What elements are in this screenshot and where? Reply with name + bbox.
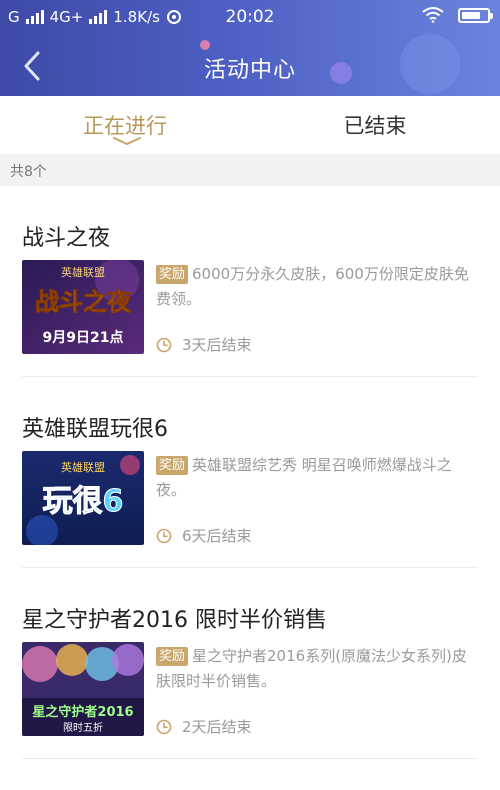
reward-text: 英雄联盟综艺秀 明星召唤师燃爆战斗之夜。: [156, 456, 452, 499]
deadline-text: 6天后结束: [182, 527, 252, 545]
thumb-top-text: 英雄联盟: [61, 265, 105, 279]
count-bar: 共8个: [0, 154, 500, 186]
event-reward: 奖励 星之守护者2016系列(原魔法少女系列)皮肤限时半价销售。: [156, 644, 478, 694]
event-thumbnail[interactable]: 英雄联盟 玩很6: [22, 451, 144, 545]
header: G 4G+ 1.8K/s 20:02 活动中心: [0, 0, 500, 96]
event-reward: 奖励 英雄联盟综艺秀 明星召唤师燃爆战斗之夜。: [156, 453, 478, 503]
thumb-main-text: 玩很6: [43, 484, 124, 519]
tab-ended[interactable]: 已结束: [250, 96, 500, 154]
battery-icon: [458, 7, 493, 23]
clock-icon: [156, 719, 172, 734]
event-list: 战斗之夜 英雄联盟 战斗之夜 9月9日21点 奖励 6000万分永久皮肤，600万…: [0, 186, 500, 759]
nav-bar: 活动中心: [0, 34, 500, 96]
event-title: 星之守护者2016 限时半价销售: [22, 608, 327, 633]
reward-badge: 奖励: [156, 647, 189, 666]
reward-text: 6000万分永久皮肤，600万份限定皮肤免费领。: [156, 265, 469, 308]
thumb-top-text: 英雄联盟: [61, 460, 105, 474]
thumb-sub-text: 限时五折: [63, 721, 103, 734]
event-thumbnail[interactable]: 星之守护者2016 限时五折: [22, 642, 144, 736]
reward-badge: 奖励: [156, 265, 189, 284]
wifi-icon: [422, 7, 444, 23]
event-title: 战斗之夜: [22, 226, 111, 251]
clock-icon: [156, 528, 172, 543]
deadline-text: 3天后结束: [182, 336, 252, 354]
thumb-main-text: 星之守护者2016: [32, 704, 133, 720]
event-reward: 奖励 6000万分永久皮肤，600万份限定皮肤免费领。: [156, 262, 478, 312]
clock-icon: [156, 337, 172, 352]
event-thumbnail[interactable]: 英雄联盟 战斗之夜 9月9日21点: [22, 260, 144, 354]
status-bar: G 4G+ 1.8K/s 20:02: [0, 0, 500, 34]
thumb-date-text: 9月9日21点: [43, 329, 124, 346]
page-title: 活动中心: [203, 58, 296, 83]
thumb-main-text: 战斗之夜: [35, 288, 132, 316]
reward-text: 星之守护者2016系列(原魔法少女系列)皮肤限时半价销售。: [156, 647, 467, 690]
event-item-battle-night[interactable]: 战斗之夜 英雄联盟 战斗之夜 9月9日21点 奖励 6000万分永久皮肤，600万…: [22, 186, 478, 377]
event-title: 英雄联盟玩很6: [22, 417, 168, 442]
reward-badge: 奖励: [156, 456, 189, 475]
deadline-text: 2天后结束: [182, 718, 252, 736]
event-item-play-6[interactable]: 英雄联盟玩很6 英雄联盟 玩很6 奖励英雄联盟综艺秀 明星召唤师燃爆战斗之夜。: [22, 377, 478, 568]
event-count: 共8个: [10, 164, 47, 180]
event-deadline: 2天后结束: [156, 716, 252, 737]
tab-bar: 正在进行 已结束: [0, 96, 500, 154]
event-deadline: 3天后结束: [156, 334, 252, 355]
active-tab-indicator: [113, 137, 141, 146]
event-deadline: 6天后结束: [156, 525, 252, 546]
event-item-star-guardian[interactable]: 星之守护者2016 限时半价销售 星之守护者2016 限时五折 奖励 星之守护者2…: [22, 568, 478, 759]
